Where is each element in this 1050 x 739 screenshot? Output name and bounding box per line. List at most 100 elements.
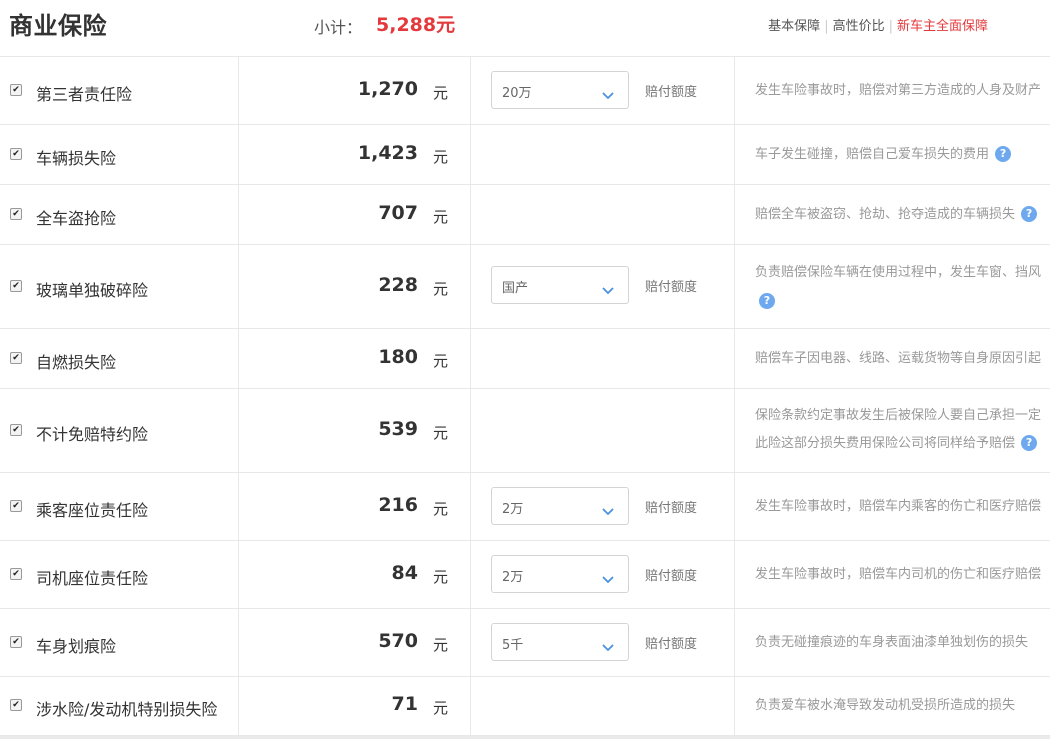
insurance-description: 发生车险事故时，赔偿车内司机的伤亡和医疗赔偿 bbox=[755, 566, 1042, 582]
column-divider bbox=[470, 125, 471, 184]
checkbox-checked-icon[interactable]: ✔ bbox=[10, 635, 22, 648]
insurance-name: 乘客座位责任险 bbox=[36, 500, 149, 520]
page-title: 商业保险 bbox=[9, 12, 107, 40]
currency-unit: 元 bbox=[433, 147, 449, 166]
column-divider bbox=[470, 185, 471, 244]
checkbox-checked-icon[interactable]: ✔ bbox=[10, 567, 22, 580]
coverage-amount-label: 赔付额度 bbox=[645, 636, 698, 652]
insurance-row: ✔ 不计免赔特约险 539 元 保险条款约定事故发生后被保险人要自己承担一定 此险这部分损… bbox=[0, 389, 1050, 473]
column-divider bbox=[470, 245, 471, 328]
insurance-description: 发生车险事故时，赔偿车内乘客的伤亡和医疗赔偿 bbox=[755, 498, 1042, 514]
plan-filters: 基本保障 | 高性价比 | 新车主全面保障 bbox=[768, 15, 988, 34]
currency-unit: 元 bbox=[433, 207, 449, 226]
checkbox-checked-icon[interactable]: ✔ bbox=[10, 279, 22, 292]
insurance-price: 1,270 bbox=[357, 77, 418, 100]
select-value: 5千 bbox=[502, 637, 524, 653]
insurance-description: 赔偿全车被盗窃、抢劫、抢夺造成的车辆损失? bbox=[755, 201, 1050, 229]
select-value: 2万 bbox=[502, 569, 524, 585]
insurance-description: 发生车险事故时，赔偿对第三方造成的人身及财产 bbox=[755, 82, 1042, 98]
currency-unit: 元 bbox=[433, 499, 449, 518]
coverage-amount-select[interactable]: 2万 bbox=[491, 486, 629, 525]
coverage-amount-label: 赔付额度 bbox=[645, 280, 698, 295]
coverage-amount-label: 赔付额度 bbox=[645, 84, 698, 100]
currency-unit: 元 bbox=[433, 279, 449, 298]
insurance-price: 570 bbox=[378, 629, 418, 652]
coverage-amount-select[interactable]: 20万 bbox=[491, 70, 629, 109]
insurance-price: 84 bbox=[391, 561, 418, 584]
help-icon[interactable]: ? bbox=[759, 292, 775, 309]
column-divider bbox=[470, 677, 471, 735]
description-line: 保险条款约定事故发生后被保险人要自己承担一定 bbox=[755, 407, 1042, 423]
column-divider bbox=[238, 609, 239, 676]
insurance-list: ✔ 第三者责任险 1,270 元 20万 赔付额度 发生车险事故时，赔偿对第三方造成的人身及… bbox=[0, 57, 1050, 736]
column-divider bbox=[734, 57, 735, 124]
coverage-amount-label: 赔付额度 bbox=[645, 500, 698, 516]
help-icon[interactable]: ? bbox=[1021, 206, 1038, 222]
filter-new-owner[interactable]: 新车主全面保障 bbox=[897, 19, 988, 34]
column-divider bbox=[734, 185, 735, 244]
insurance-price: 539 bbox=[378, 417, 418, 440]
currency-unit: 元 bbox=[433, 699, 449, 717]
description-line: 此险这部分损失费用保险公司将同样给予赔偿? bbox=[755, 430, 1050, 458]
column-divider bbox=[238, 541, 239, 608]
coverage-amount-select[interactable]: 国产 bbox=[491, 266, 629, 304]
chevron-down-icon bbox=[602, 280, 614, 295]
insurance-name: 不计免赔特约险 bbox=[36, 424, 149, 444]
insurance-name: 自燃损失险 bbox=[36, 352, 117, 372]
checkbox-checked-icon[interactable]: ✔ bbox=[10, 351, 22, 364]
column-divider bbox=[470, 389, 471, 472]
checkbox-checked-icon[interactable]: ✔ bbox=[10, 499, 22, 512]
column-divider bbox=[470, 541, 471, 608]
checkbox-checked-icon[interactable]: ✔ bbox=[10, 423, 22, 436]
insurance-name: 全车盗抢险 bbox=[36, 208, 117, 228]
column-divider bbox=[470, 609, 471, 676]
insurance-row: ✔ 自燃损失险 180 元 赔偿车子因电器、线路、运载货物等自身原因引起 bbox=[0, 329, 1050, 389]
coverage-amount-select[interactable]: 2万 bbox=[491, 554, 629, 593]
column-divider bbox=[734, 125, 735, 184]
checkbox-checked-icon[interactable]: ✔ bbox=[10, 207, 22, 220]
column-divider bbox=[238, 57, 239, 124]
insurance-row: ✔ 车身划痕险 570 元 5千 赔付额度 负责无碰撞痕迹的车身表面油漆单独划伤的损失 bbox=[0, 609, 1050, 677]
filter-separator: | bbox=[824, 19, 829, 34]
column-divider bbox=[238, 329, 239, 388]
select-value: 国产 bbox=[502, 281, 529, 296]
insurance-name: 司机座位责任险 bbox=[36, 568, 149, 588]
column-divider bbox=[238, 245, 239, 328]
column-divider bbox=[470, 329, 471, 388]
checkbox-checked-icon[interactable]: ✔ bbox=[10, 699, 22, 711]
insurance-row: ✔ 司机座位责任险 84 元 2万 赔付额度 发生车险事故时，赔偿车内司机的伤亡和医疗赔偿 bbox=[0, 541, 1050, 609]
column-divider bbox=[734, 329, 735, 388]
insurance-price: 180 bbox=[378, 345, 418, 368]
chevron-down-icon bbox=[602, 501, 614, 515]
insurance-price: 228 bbox=[378, 273, 418, 296]
column-divider bbox=[238, 125, 239, 184]
column-divider bbox=[734, 541, 735, 608]
insurance-description: 保险条款约定事故发生后被保险人要自己承担一定此险这部分损失费用保险公司将同样给予… bbox=[755, 402, 1050, 458]
filter-value[interactable]: 高性价比 bbox=[833, 19, 885, 34]
checkbox-checked-icon[interactable]: ✔ bbox=[10, 83, 22, 96]
chevron-down-icon bbox=[602, 85, 614, 99]
coverage-amount-label: 赔付额度 bbox=[645, 568, 698, 584]
insurance-row: ✔ 全车盗抢险 707 元 赔偿全车被盗窃、抢劫、抢夺造成的车辆损失? bbox=[0, 185, 1050, 245]
insurance-description: 负责无碰撞痕迹的车身表面油漆单独划伤的损失 bbox=[755, 634, 1029, 650]
filter-separator: | bbox=[888, 19, 893, 34]
help-icon[interactable]: ? bbox=[1021, 435, 1038, 451]
column-divider bbox=[734, 609, 735, 676]
currency-unit: 元 bbox=[433, 567, 449, 586]
insurance-price: 216 bbox=[378, 493, 418, 516]
filter-basic[interactable]: 基本保障 bbox=[768, 19, 820, 34]
description-line: ? bbox=[755, 287, 1050, 315]
help-icon[interactable]: ? bbox=[995, 146, 1012, 162]
insurance-row: ✔ 玻璃单独破碎险 228 元 国产 赔付额度 负责赔偿保险车辆在使用过程中，发生车窗、挡风… bbox=[0, 245, 1050, 329]
coverage-amount-select[interactable]: 5千 bbox=[491, 622, 629, 661]
insurance-name: 涉水险/发动机特别损失险 bbox=[36, 700, 218, 719]
subtotal-value: 5,288元 bbox=[376, 14, 456, 36]
insurance-row: ✔ 车辆损失险 1,423 元 车子发生碰撞，赔偿自己爱车损失的费用? bbox=[0, 125, 1050, 185]
description-line: 负责赔偿保险车辆在使用过程中，发生车窗、挡风 bbox=[755, 265, 1042, 280]
column-divider bbox=[470, 57, 471, 124]
select-value: 2万 bbox=[502, 501, 524, 517]
insurance-name: 车身划痕险 bbox=[36, 636, 117, 656]
checkbox-checked-icon[interactable]: ✔ bbox=[10, 147, 22, 160]
currency-unit: 元 bbox=[433, 83, 449, 102]
insurance-price: 71 bbox=[391, 693, 418, 715]
